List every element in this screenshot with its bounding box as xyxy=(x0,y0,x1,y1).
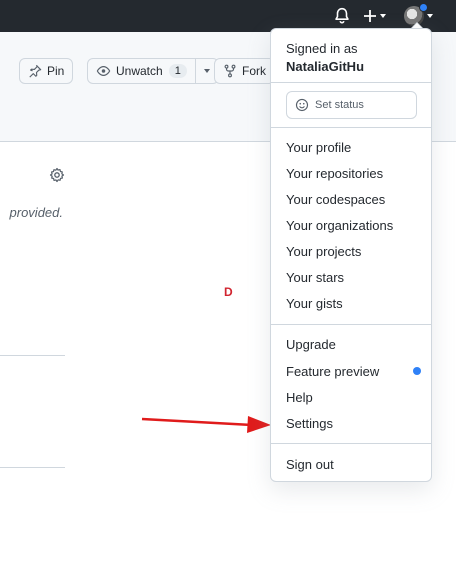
chevron-down-icon xyxy=(427,14,433,18)
smiley-icon xyxy=(295,98,309,112)
fork-button[interactable]: Fork xyxy=(214,58,275,84)
menu-item-your-profile[interactable]: Your profile xyxy=(286,140,351,155)
button-divider xyxy=(194,59,196,83)
gear-icon[interactable] xyxy=(49,167,65,183)
username: NataliaGitHu xyxy=(286,59,365,74)
menu-item-sign-out[interactable]: Sign out xyxy=(286,457,334,472)
menu-item-your-stars[interactable]: Your stars xyxy=(286,270,344,285)
bell-icon[interactable] xyxy=(333,7,351,25)
menu-item-settings[interactable]: Settings xyxy=(286,416,333,431)
menu-divider xyxy=(271,324,431,325)
plus-icon xyxy=(364,10,376,22)
signed-in-label: Signed in as xyxy=(286,41,358,56)
menu-item-your-gists[interactable]: Your gists xyxy=(286,296,343,311)
about-description: provided. xyxy=(9,205,63,220)
fork-icon xyxy=(224,64,236,78)
menu-item-your-organizations[interactable]: Your organizations xyxy=(286,218,393,233)
pin-label: Pin xyxy=(47,64,65,78)
divider xyxy=(0,355,65,356)
set-status-button[interactable]: Set status xyxy=(286,91,417,119)
eye-icon xyxy=(96,66,111,76)
notification-dot xyxy=(419,3,428,12)
menu-item-your-codespaces[interactable]: Your codespaces xyxy=(286,192,385,207)
chevron-down-icon xyxy=(203,69,210,73)
pin-icon xyxy=(29,64,42,78)
menu-item-feature-preview[interactable]: Feature preview xyxy=(286,364,379,379)
menu-item-upgrade[interactable]: Upgrade xyxy=(286,337,336,352)
menu-divider xyxy=(271,127,431,128)
set-status-label: Set status xyxy=(315,99,364,111)
annotation-letter: D xyxy=(224,285,233,299)
divider xyxy=(0,467,65,468)
pin-button[interactable]: Pin xyxy=(19,58,74,84)
unwatch-button[interactable]: Unwatch 1 xyxy=(87,58,219,84)
menu-item-your-projects[interactable]: Your projects xyxy=(286,244,361,259)
create-new-dropdown[interactable] xyxy=(363,6,386,26)
user-dropdown-menu: Signed in as NataliaGitHu Set status You… xyxy=(270,28,432,482)
chevron-down-icon xyxy=(380,14,386,18)
fork-label: Fork xyxy=(242,64,266,78)
menu-item-help[interactable]: Help xyxy=(286,390,313,405)
red-arrow-annotation xyxy=(141,416,271,433)
menu-divider xyxy=(271,82,431,83)
feature-preview-dot xyxy=(413,367,421,375)
menu-item-your-repositories[interactable]: Your repositories xyxy=(286,166,383,181)
watch-counter: 1 xyxy=(168,64,187,78)
unwatch-label: Unwatch xyxy=(116,64,163,78)
menu-divider xyxy=(271,443,431,444)
